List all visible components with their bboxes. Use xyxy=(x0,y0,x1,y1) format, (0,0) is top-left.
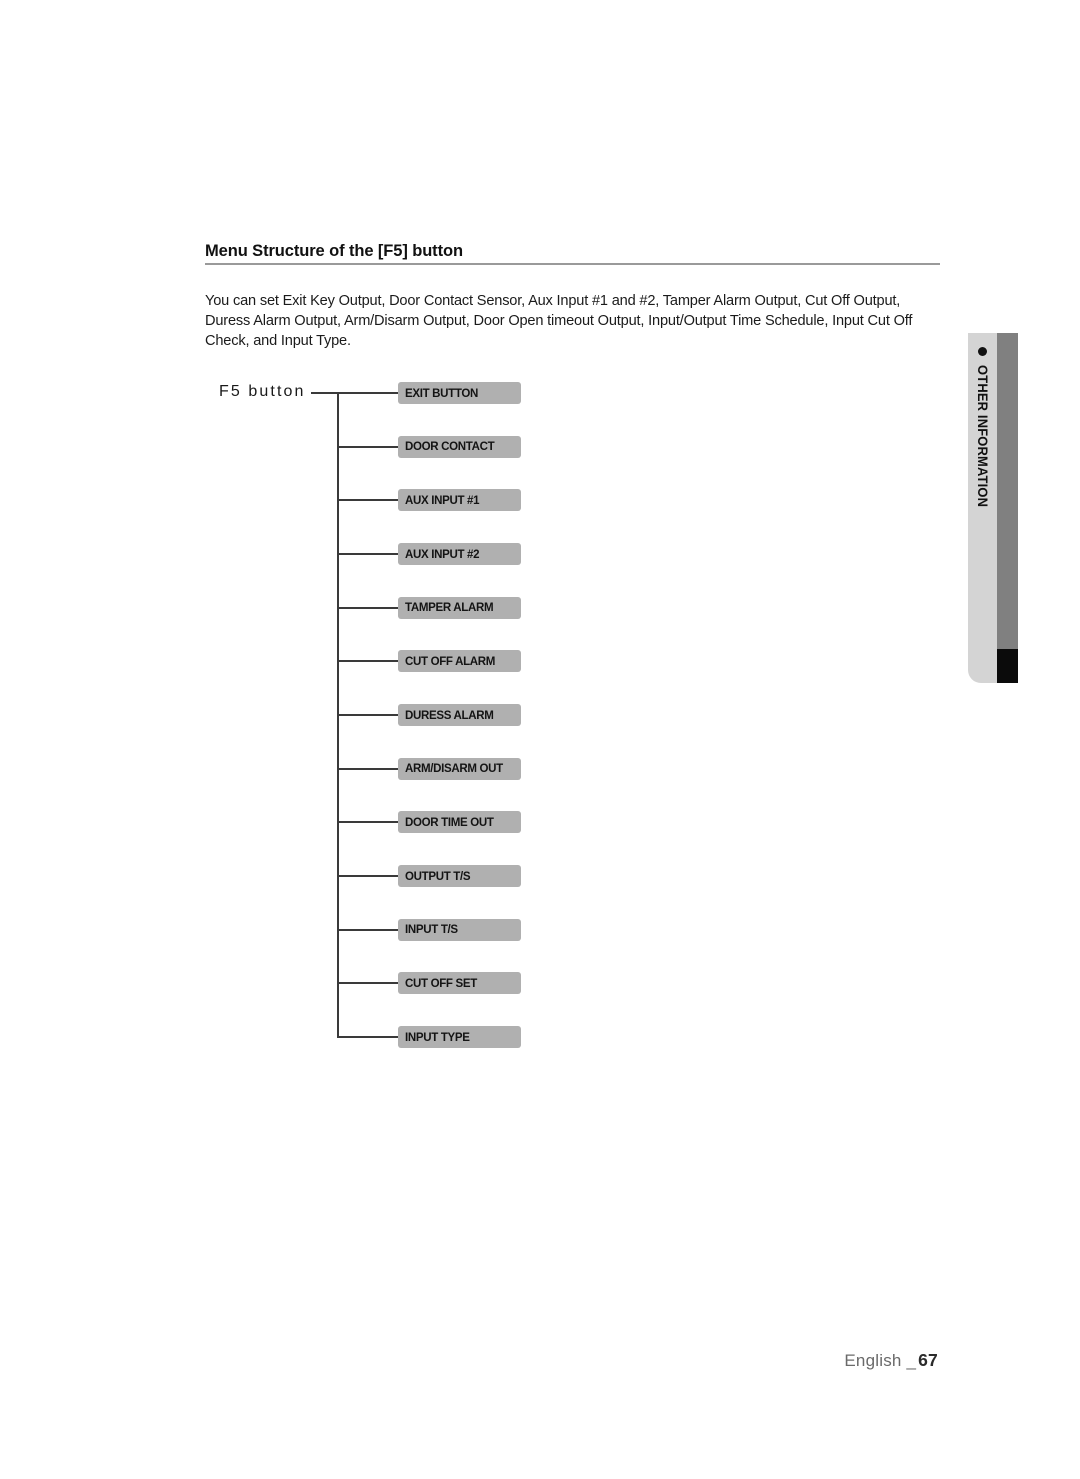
menu-node: DOOR TIME OUT xyxy=(398,811,521,834)
menu-node-label: DURESS ALARM xyxy=(405,707,494,722)
footer-page-number: 67 xyxy=(918,1350,938,1370)
bullet-dot-icon xyxy=(978,347,987,356)
tree-branch-line xyxy=(337,982,398,985)
tree-branch-line xyxy=(337,660,398,663)
tree-branch-line xyxy=(337,1036,398,1039)
document-page: Menu Structure of the [F5] button You ca… xyxy=(0,0,1080,1479)
menu-node: INPUT T/S xyxy=(398,918,521,941)
menu-node-label: OUTPUT T/S xyxy=(405,868,471,883)
tree-branch-line xyxy=(337,875,398,878)
menu-node: CUT OFF ALARM xyxy=(398,650,521,673)
menu-node-label: CUT OFF SET xyxy=(405,976,477,991)
tree-branch-line xyxy=(337,767,398,770)
menu-node: INPUT TYPE xyxy=(398,1026,521,1049)
menu-node: EXIT BUTTON xyxy=(398,382,521,404)
menu-node-label: AUX INPUT #2 xyxy=(405,546,480,561)
menu-structure-diagram: F5 button EXIT BUTTON DOOR CONTACT AUX INP… xyxy=(0,0,1080,1479)
tree-branch-line xyxy=(337,821,398,824)
menu-node-label: AUX INPUT #1 xyxy=(405,493,480,508)
tree-branch-line xyxy=(337,553,398,555)
tree-trunk-line xyxy=(337,393,339,1038)
tree-branch-line xyxy=(337,928,398,931)
menu-node: AUX INPUT #1 xyxy=(398,489,521,512)
tree-branch-line xyxy=(337,499,398,502)
side-tab-title: OTHER INFORMATION xyxy=(975,365,990,508)
menu-node-label: CUT OFF ALARM xyxy=(405,654,496,669)
root-connector-line xyxy=(311,392,398,394)
menu-node: ARM/DISARM OUT xyxy=(398,757,521,780)
menu-node: DURESS ALARM xyxy=(398,704,521,727)
menu-node-label: INPUT TYPE xyxy=(405,1029,470,1044)
menu-node: AUX INPUT #2 xyxy=(398,543,521,565)
menu-node-label: INPUT T/S xyxy=(405,922,458,937)
menu-node: CUT OFF SET xyxy=(398,972,521,995)
diagram-root-label: F5 button xyxy=(219,383,306,400)
page-title: Menu Structure of the [F5] button xyxy=(205,242,463,260)
footer-language: English _ xyxy=(844,1351,917,1370)
menu-node-label: DOOR CONTACT xyxy=(405,439,495,454)
side-tab-text-group: OTHER INFORMATION xyxy=(968,333,997,683)
tree-branch-line xyxy=(337,606,398,609)
menu-node: OUTPUT T/S xyxy=(398,865,521,888)
menu-node: DOOR CONTACT xyxy=(398,435,521,458)
tree-branch-line xyxy=(337,445,398,448)
heading-divider xyxy=(205,263,940,265)
menu-node-label: EXIT BUTTON xyxy=(405,385,479,400)
menu-node-label: ARM/DISARM OUT xyxy=(405,761,503,776)
menu-node: TAMPER ALARM xyxy=(398,596,521,619)
side-tab-black-block xyxy=(997,649,1018,683)
menu-node-label: DOOR TIME OUT xyxy=(405,815,494,830)
page-footer: English _ 67 xyxy=(0,1350,938,1371)
menu-node-label: TAMPER ALARM xyxy=(405,600,494,615)
tree-branch-line xyxy=(337,714,398,717)
side-tab-stripe xyxy=(997,333,1018,649)
body-paragraph: You can set Exit Key Output, Door Contac… xyxy=(205,292,913,350)
side-tab: OTHER INFORMATION xyxy=(968,333,1018,683)
